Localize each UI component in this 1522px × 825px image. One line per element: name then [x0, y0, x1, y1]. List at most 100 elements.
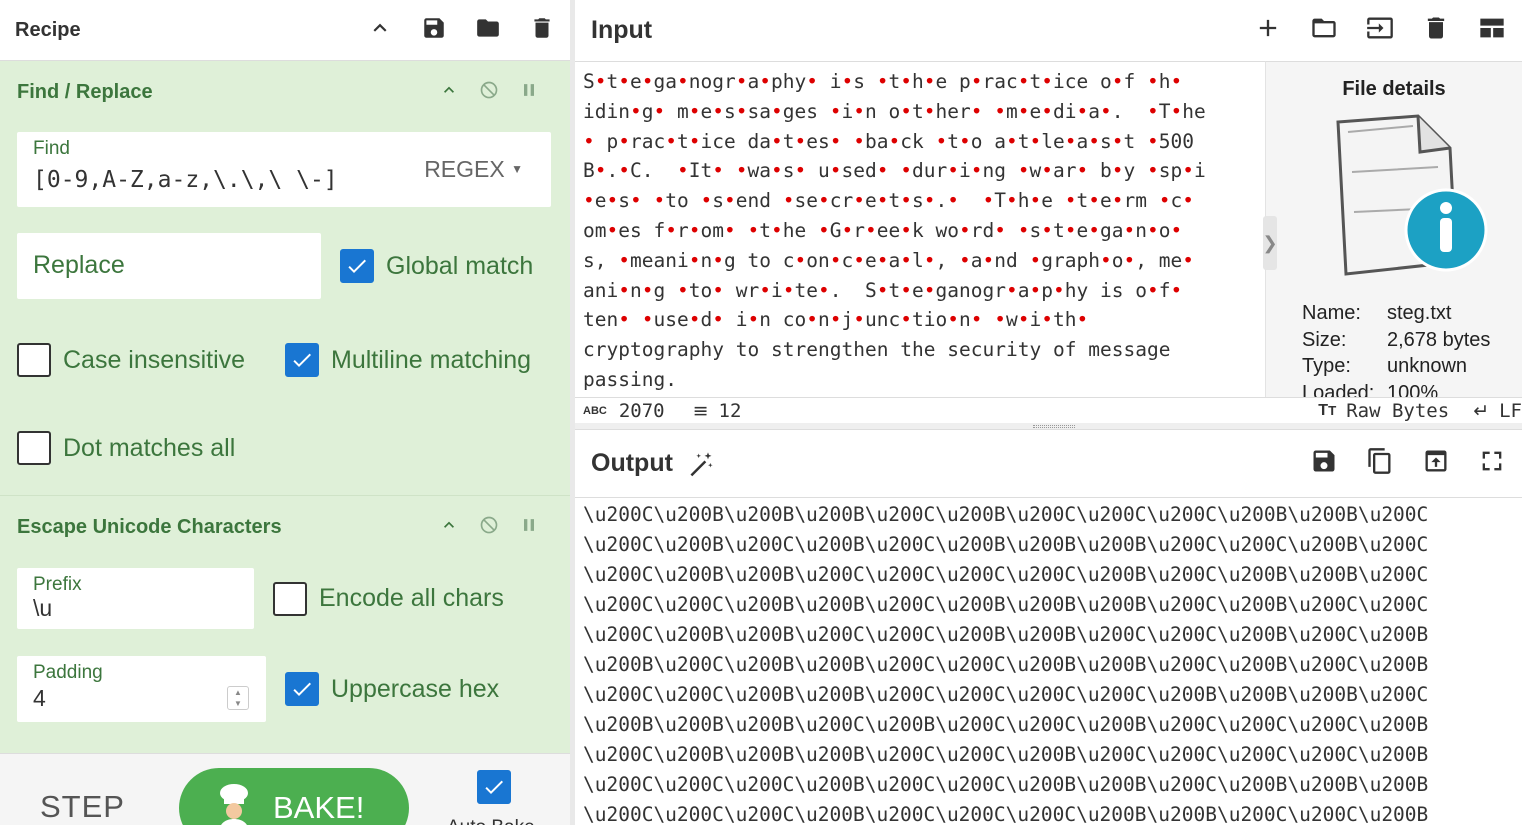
file-details-grid: Name: steg.txt Size: 2,678 bytes Type: unkn…: [1302, 300, 1490, 397]
replace-input[interactable]: Replace: [33, 251, 125, 280]
case-insensitive-checkbox[interactable]: Case insensitive: [17, 343, 285, 377]
copy-output-icon[interactable]: [1366, 447, 1394, 480]
padding-label: Padding: [33, 662, 103, 683]
multiline-label: Multiline matching: [331, 345, 532, 374]
unchecked-box-icon: [17, 343, 51, 377]
file-type-value: unknown: [1387, 355, 1468, 377]
check-icon: [340, 249, 374, 283]
find-mode-label: REGEX: [424, 156, 505, 182]
prefix-input[interactable]: \u: [33, 595, 52, 622]
dot-matches-all-checkbox[interactable]: Dot matches all: [17, 431, 235, 465]
input-line: B•.•C. •It• •wa•s• u•sed• •dur•i•ng •w•a…: [583, 159, 1206, 183]
pause-op-icon[interactable]: [519, 80, 539, 105]
save-output-icon[interactable]: [1310, 447, 1338, 480]
horizontal-splitter[interactable]: [575, 423, 1522, 430]
input-encoding[interactable]: Raw Bytes: [1346, 400, 1449, 422]
splitter-grip-icon: [1033, 425, 1075, 428]
input-textarea[interactable]: S•t•e•ga•nogr•a•phy• i•s •t•h•e p•rac•t•…: [575, 61, 1265, 397]
recipe-operations-list: Find / Replace Find [0-9,A-Z,a-z,\.\,\ \…: [0, 61, 570, 753]
lines-icon: ≡: [692, 399, 709, 422]
collapse-op-chevron-icon[interactable]: [439, 80, 459, 105]
output-line: \u200C\u200B\u200B\u200B\u200C\u200B\u20…: [583, 503, 1429, 526]
file-size-key: Size:: [1302, 328, 1347, 351]
file-details-pane: File details Name: steg.txt Size: 2,678 by…: [1265, 61, 1522, 397]
output-textarea[interactable]: \u200C\u200B\u200B\u200B\u200C\u200B\u20…: [575, 497, 1522, 825]
multiline-checkbox[interactable]: Multiline matching: [285, 343, 531, 377]
maximise-output-icon[interactable]: [1478, 447, 1506, 480]
padding-stepper-icon[interactable]: ▲ ▼: [227, 686, 249, 710]
unchecked-box-icon: [273, 581, 307, 616]
check-icon: [285, 343, 319, 377]
input-eol[interactable]: LF: [1499, 400, 1522, 422]
load-recipe-folder-icon[interactable]: [475, 15, 501, 46]
output-line: \u200C\u200B\u200C\u200B\u200C\u200B\u20…: [583, 533, 1429, 556]
collapse-file-details-chevron-icon[interactable]: ❯: [1262, 216, 1278, 270]
clear-recipe-trash-icon[interactable]: [529, 15, 555, 46]
global-match-checkbox[interactable]: Global match: [340, 249, 533, 283]
output-line: \u200C\u200B\u200B\u200C\u200C\u200B\u20…: [583, 623, 1429, 646]
output-line: \u200C\u200C\u200C\u200B\u200C\u200C\u20…: [583, 803, 1429, 825]
input-line: S•t•e•ga•nogr•a•phy• i•s •t•h•e p•rac•t•…: [583, 70, 1183, 93]
find-field[interactable]: Find [0-9,A-Z,a-z,\.\,\ \-] REGEX ▼: [17, 132, 551, 207]
input-header: Input: [575, 0, 1522, 61]
input-line: ani•n•g •to• wr•i•te•. S•t•e•ganogr•a•p•…: [583, 278, 1183, 302]
replace-field[interactable]: Replace: [17, 233, 321, 299]
auto-bake-label: Auto Bake: [447, 817, 535, 825]
disable-op-icon[interactable]: [479, 515, 499, 540]
output-line: \u200C\u200B\u200B\u200C\u200C\u200C\u20…: [583, 563, 1429, 586]
open-file-input-icon[interactable]: [1366, 14, 1394, 47]
clear-input-trash-icon[interactable]: [1422, 14, 1450, 47]
uppercase-hex-label: Uppercase hex: [331, 674, 500, 703]
encode-all-checkbox[interactable]: Encode all chars: [273, 581, 504, 616]
padding-field[interactable]: Padding 4 ▲ ▼: [17, 656, 266, 722]
input-line: idin•g• m•e•s•sa•ges •i•n o•t•her• •m•e•…: [583, 99, 1206, 123]
collapse-op-chevron-icon[interactable]: [439, 515, 459, 540]
length-icon: ABC: [583, 404, 607, 417]
output-header: Output: [575, 430, 1522, 497]
input-line: om•es f•r•om• •t•he •G•r•ee•k wo•rd• •s•…: [583, 218, 1183, 242]
eol-icon: ↵: [1473, 399, 1490, 422]
encoding-icon: TT: [1318, 401, 1337, 419]
file-size-value: 2,678 bytes: [1387, 328, 1491, 351]
dot-matches-all-label: Dot matches all: [63, 433, 236, 462]
cyberchef-app: Recipe Find / Replace Find [0-9,A-Z,a-z,…: [0, 0, 1522, 825]
disable-op-icon[interactable]: [479, 80, 499, 105]
replace-input-with-output-icon[interactable]: [1422, 447, 1450, 480]
input-line: • p•rac•t•ice da•t•es• •ba•ck •t•o a•t•l…: [583, 129, 1194, 153]
input-panel: Input S•t•e•ga•nogr•a•phy• i•s •t•h•e p•…: [575, 0, 1522, 430]
add-tab-plus-icon[interactable]: [1254, 14, 1282, 47]
save-recipe-icon[interactable]: [421, 15, 447, 46]
op-title: Find / Replace: [17, 80, 153, 103]
reset-layout-icon[interactable]: [1478, 14, 1506, 47]
output-panel: Output \u200C\u200B\u200B\u200B\u200C\u2…: [575, 430, 1522, 825]
padding-input[interactable]: 4: [33, 685, 46, 712]
input-title: Input: [591, 16, 653, 44]
output-line: \u200B\u200B\u200B\u200C\u200B\u200C\u20…: [583, 713, 1429, 736]
magic-wand-icon[interactable]: [687, 450, 715, 478]
output-title: Output: [591, 449, 673, 477]
uppercase-hex-checkbox[interactable]: Uppercase hex: [285, 672, 499, 706]
input-lines-count: 12: [718, 399, 742, 422]
find-input[interactable]: [0-9,A-Z,a-z,\.\,\ \-]: [33, 167, 338, 193]
output-line: \u200C\u200C\u200B\u200B\u200C\u200B\u20…: [583, 593, 1429, 616]
input-line: passing.: [583, 367, 677, 391]
prefix-field[interactable]: Prefix \u: [17, 568, 254, 629]
output-line: \u200C\u200C\u200B\u200B\u200C\u200C\u20…: [583, 683, 1429, 706]
caret-down-icon: ▼: [511, 162, 523, 176]
pause-op-icon[interactable]: [519, 515, 539, 540]
op-title: Escape Unicode Characters: [17, 515, 282, 538]
input-line: cryptography to strengthen the security …: [583, 338, 1171, 362]
input-line: ten• •use•d• i•n co•n•j•unc•tio•n• •w•i•…: [583, 308, 1089, 332]
auto-bake-checkbox[interactable]: Auto Bake: [447, 770, 547, 825]
chevron-up-icon[interactable]: [367, 15, 393, 46]
file-type-key: Type:: [1302, 355, 1351, 377]
bake-bar: STEP BAKE! Auto Bake: [0, 753, 570, 825]
open-folder-icon[interactable]: [1310, 14, 1338, 47]
check-icon: [477, 770, 511, 804]
step-button[interactable]: STEP: [40, 789, 125, 825]
find-mode-dropdown[interactable]: REGEX ▼: [424, 156, 523, 183]
output-line: \u200B\u200C\u200B\u200B\u200C\u200C\u20…: [583, 653, 1429, 676]
bake-button[interactable]: BAKE!: [179, 768, 409, 825]
recipe-title: Recipe: [15, 18, 81, 41]
case-insensitive-label: Case insensitive: [63, 345, 246, 374]
